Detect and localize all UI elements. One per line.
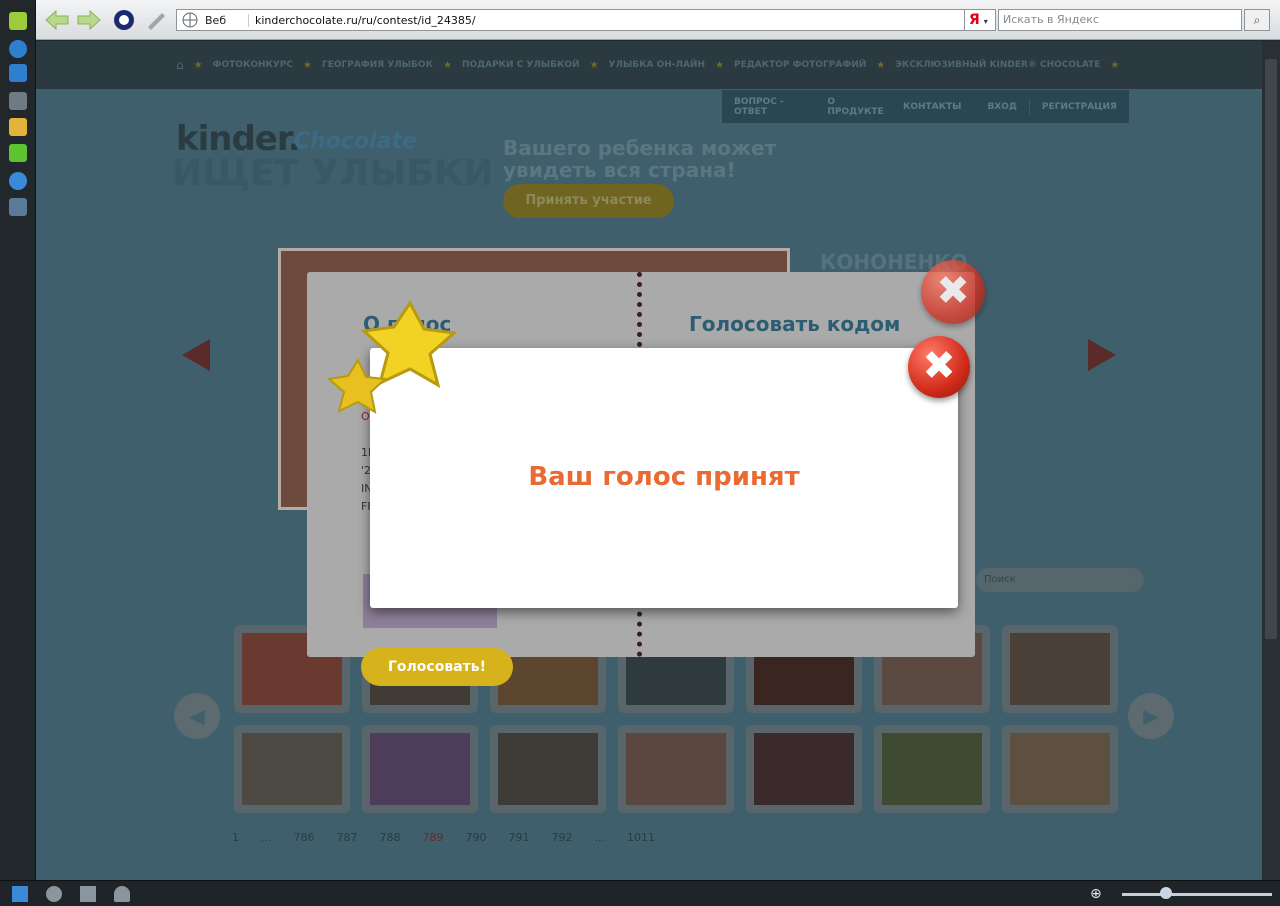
scrollbar-thumb[interactable] bbox=[1265, 59, 1277, 639]
star-icon: ★ bbox=[1110, 59, 1120, 71]
search-engine-selector[interactable]: Я ▾ bbox=[964, 9, 996, 31]
settings-icon[interactable] bbox=[9, 64, 27, 82]
star-icon: ★ bbox=[303, 59, 312, 71]
photo-thumbnail[interactable] bbox=[362, 725, 478, 813]
nav-item[interactable]: УЛЫБКА ОН-ЛАЙН bbox=[609, 60, 705, 70]
download-icon[interactable] bbox=[9, 144, 27, 162]
photo-thumbnail[interactable] bbox=[746, 725, 862, 813]
star-icon: ★ bbox=[193, 59, 203, 71]
search-icon[interactable]: ⌕ bbox=[1244, 9, 1270, 31]
sub-nav: ВОПРОС - ОТВЕТ О ПРОДУКТЕ КОНТАКТЫ ВХОД … bbox=[722, 90, 1129, 123]
page-link[interactable]: 791 bbox=[509, 831, 530, 844]
sub-nav-contacts[interactable]: КОНТАКТЫ bbox=[903, 102, 961, 112]
browser-side-panel bbox=[0, 0, 36, 880]
participate-button[interactable]: Принять участие bbox=[503, 184, 674, 218]
history-icon[interactable] bbox=[9, 172, 27, 190]
divider bbox=[1028, 98, 1030, 115]
edit-icon[interactable] bbox=[144, 9, 170, 31]
photo-thumbnail[interactable] bbox=[1002, 725, 1118, 813]
page-ellipsis: ... bbox=[594, 831, 606, 844]
nav-item[interactable]: РЕДАКТОР ФОТОГРАФИЙ bbox=[734, 60, 866, 70]
vote-code-title: Голосовать кодом bbox=[689, 312, 901, 336]
web-page: ⌂ ★ ФОТОКОНКУРС ★ ГЕОГРАФИЯ УЛЫБОК ★ ПОД… bbox=[36, 41, 1262, 880]
nav-item[interactable]: ЭКСКЛЮЗИВНЫЙ KINDER® CHOCOLATE bbox=[895, 60, 1100, 70]
pagination: 1 ... 786 787 788 789 790 791 792 ... 10… bbox=[232, 831, 655, 844]
star-icon: ★ bbox=[589, 59, 599, 71]
address-bar[interactable]: Веб kinderchocolate.ru/ru/contest/id_243… bbox=[176, 9, 994, 31]
photo-thumbnail[interactable] bbox=[234, 725, 350, 813]
speed-dial-icon[interactable] bbox=[114, 886, 130, 902]
star-icon bbox=[326, 357, 388, 414]
sub-nav-product[interactable]: О ПРОДУКТЕ bbox=[827, 97, 891, 117]
feeds-icon[interactable] bbox=[9, 40, 27, 58]
gallery-prev-icon[interactable]: ◀ bbox=[174, 693, 220, 739]
sub-nav-faq[interactable]: ВОПРОС - ОТВЕТ bbox=[734, 97, 815, 117]
vote-button[interactable]: Голосовать! bbox=[361, 648, 513, 686]
logo-subtitle: ИЩЕТ УЛЫБКИ bbox=[172, 153, 494, 194]
home-icon[interactable]: ⌂ bbox=[176, 58, 184, 72]
logo-chocolate: Chocolate bbox=[294, 129, 417, 154]
photo-thumbnail[interactable] bbox=[490, 725, 606, 813]
cloud-icon[interactable] bbox=[46, 886, 62, 902]
add-panel-icon[interactable] bbox=[9, 198, 27, 216]
globe-icon bbox=[182, 12, 198, 28]
address-type-label[interactable]: Веб bbox=[205, 13, 249, 27]
browser-toolbar: Веб kinderchocolate.ru/ru/contest/id_243… bbox=[36, 0, 1280, 40]
page-link[interactable]: 792 bbox=[552, 831, 573, 844]
nav-item[interactable]: ПОДАРКИ С УЛЫБКОЙ bbox=[462, 60, 580, 70]
promo-text: Вашего ребенка может увидеть вся страна! bbox=[503, 136, 777, 182]
bookmark-add-icon[interactable] bbox=[9, 12, 27, 30]
prev-photo-arrow-icon[interactable] bbox=[182, 339, 210, 371]
page-link[interactable]: 1 bbox=[232, 831, 239, 844]
zoom-slider-handle[interactable] bbox=[1160, 887, 1172, 899]
star-icon: ★ bbox=[715, 59, 724, 71]
vertical-scrollbar[interactable] bbox=[1262, 41, 1280, 880]
page-link[interactable]: 790 bbox=[466, 831, 487, 844]
sub-nav-login[interactable]: ВХОД bbox=[987, 102, 1016, 112]
page-current: 789 bbox=[422, 831, 444, 844]
result-modal: Ваш голос принят bbox=[370, 348, 958, 608]
panel-toggle-icon[interactable] bbox=[12, 886, 28, 902]
sub-nav-register[interactable]: РЕГИСТРАЦИЯ bbox=[1042, 102, 1117, 112]
next-photo-arrow-icon[interactable] bbox=[1088, 339, 1116, 371]
star-icon: ★ bbox=[876, 59, 886, 71]
site-nav: ⌂ ★ ФОТОКОНКУРС ★ ГЕОГРАФИЯ УЛЫБОК ★ ПОД… bbox=[36, 41, 1262, 89]
photo-thumbnail[interactable] bbox=[874, 725, 990, 813]
result-message: Ваш голос принят bbox=[528, 462, 800, 492]
site-search-input[interactable]: Поиск bbox=[976, 568, 1144, 592]
zoom-icon[interactable]: ⊕ bbox=[1090, 886, 1106, 902]
page-ellipsis: ... bbox=[261, 831, 272, 844]
photo-thumbnail[interactable] bbox=[1002, 625, 1118, 713]
share-icon[interactable] bbox=[9, 92, 27, 110]
notes-icon[interactable] bbox=[9, 118, 27, 136]
yandex-logo-text: Я bbox=[969, 12, 980, 28]
page-link[interactable]: 786 bbox=[294, 831, 315, 844]
url-text[interactable]: kinderchocolate.ru/ru/contest/id_24385/ bbox=[255, 14, 476, 27]
page-link[interactable]: 787 bbox=[337, 831, 358, 844]
back-icon[interactable] bbox=[44, 9, 70, 31]
forward-icon[interactable] bbox=[76, 9, 102, 31]
page-link[interactable]: 1011 bbox=[627, 831, 655, 844]
search-input[interactable]: Искать в Яндекс bbox=[998, 9, 1242, 31]
gallery-next-icon[interactable]: ▶ bbox=[1128, 693, 1174, 739]
page-link[interactable]: 788 bbox=[380, 831, 401, 844]
chevron-down-icon: ▾ bbox=[983, 17, 988, 26]
nav-item[interactable]: ФОТОКОНКУРС bbox=[213, 60, 293, 70]
close-vote-dialog-icon[interactable]: ✖ bbox=[921, 260, 985, 324]
photo-thumbnail[interactable] bbox=[618, 725, 734, 813]
zoom-slider[interactable] bbox=[1122, 893, 1272, 896]
close-result-modal-icon[interactable]: ✖ bbox=[908, 336, 970, 398]
status-bar: ⊕ bbox=[0, 880, 1280, 906]
nav-item[interactable]: ГЕОГРАФИЯ УЛЫБОК bbox=[322, 60, 433, 70]
star-icon: ★ bbox=[442, 59, 452, 71]
stop-icon[interactable] bbox=[112, 9, 138, 31]
share-icon[interactable] bbox=[80, 886, 96, 902]
